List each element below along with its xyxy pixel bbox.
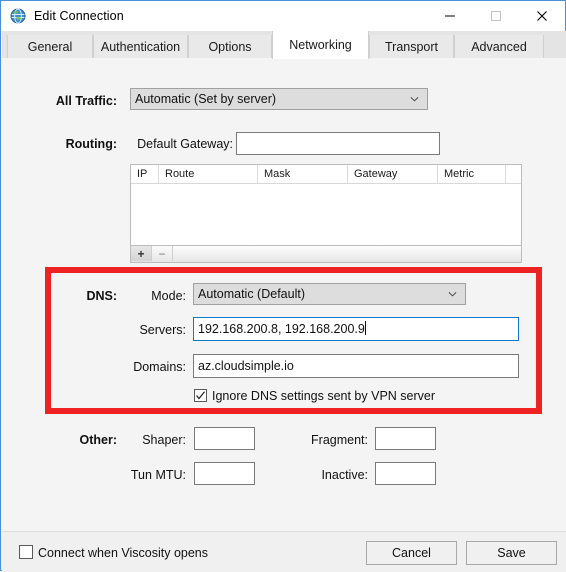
globe-icon: [10, 8, 26, 24]
ignore-dns-checkbox[interactable]: [194, 389, 207, 402]
cancel-button[interactable]: Cancel: [366, 541, 457, 565]
dns-mode-label: Mode:: [151, 289, 186, 303]
dns-mode-value: Automatic (Default): [198, 287, 305, 301]
fragment-label: Fragment:: [311, 433, 368, 447]
networking-pane: All Traffic: Automatic (Set by server) R…: [2, 58, 566, 531]
tab-label: Authentication: [100, 39, 181, 54]
tab-transport[interactable]: Transport: [369, 35, 454, 58]
all-traffic-label: All Traffic:: [55, 94, 117, 108]
tab-label: Networking: [289, 38, 352, 52]
window-title: Edit Connection: [34, 9, 124, 23]
remove-route-button[interactable]: −: [152, 246, 173, 261]
dns-mode-select[interactable]: Automatic (Default): [193, 283, 466, 305]
shaper-input[interactable]: [194, 427, 255, 450]
tab-strip: General Authentication Options Networkin…: [2, 31, 566, 59]
tab-networking[interactable]: Networking: [272, 31, 369, 59]
fragment-input[interactable]: [375, 427, 436, 450]
close-button[interactable]: [519, 1, 565, 31]
routing-table-header: IP Route Mask Gateway Metric: [131, 165, 521, 184]
save-button[interactable]: Save: [466, 541, 557, 565]
dns-servers-input[interactable]: 192.168.200.8, 192.168.200.9: [193, 317, 519, 341]
dns-servers-label: Servers:: [139, 323, 186, 337]
column-header-ip[interactable]: IP: [131, 165, 159, 183]
all-traffic-value: Automatic (Set by server): [135, 92, 277, 106]
tun-mtu-input[interactable]: [194, 462, 255, 485]
dialog-footer: Connect when Viscosity opens Cancel Save: [2, 531, 566, 572]
dns-domains-label: Domains:: [133, 360, 186, 374]
tab-label: Transport: [384, 39, 439, 54]
tab-authentication[interactable]: Authentication: [93, 35, 188, 58]
chevron-down-icon: [410, 97, 419, 102]
tun-mtu-label: Tun MTU:: [130, 468, 186, 482]
edit-connection-window: Edit Connection General Authentication O…: [0, 0, 566, 572]
inactive-input[interactable]: [375, 462, 436, 485]
routing-label: Routing:: [65, 137, 117, 151]
column-header-gateway[interactable]: Gateway: [348, 165, 438, 183]
connect-on-open-checkbox[interactable]: [19, 545, 33, 559]
tab-label: Options: [208, 39, 252, 54]
window-controls: [427, 1, 565, 31]
maximize-button[interactable]: [473, 1, 519, 31]
column-header-route[interactable]: Route: [159, 165, 258, 183]
default-gateway-label: Default Gateway:: [137, 137, 233, 151]
tab-advanced[interactable]: Advanced: [454, 35, 544, 58]
column-header-metric[interactable]: Metric: [438, 165, 506, 183]
all-traffic-select[interactable]: Automatic (Set by server): [130, 88, 428, 110]
column-header-spacer: [506, 165, 523, 183]
shaper-label: Shaper:: [142, 433, 186, 447]
dns-label: DNS:: [86, 289, 117, 303]
text-caret: [364, 321, 366, 335]
inactive-label: Inactive:: [321, 468, 368, 482]
dns-domains-input[interactable]: az.cloudsimple.io: [193, 354, 519, 378]
dns-servers-value: 192.168.200.8, 192.168.200.9: [198, 322, 365, 336]
connect-on-open-label[interactable]: Connect when Viscosity opens: [38, 546, 208, 560]
routing-table[interactable]: IP Route Mask Gateway Metric: [130, 164, 522, 246]
add-route-button[interactable]: +: [131, 246, 152, 261]
chevron-down-icon: [448, 292, 457, 297]
column-header-mask[interactable]: Mask: [258, 165, 348, 183]
tab-general[interactable]: General: [7, 35, 93, 58]
title-bar: Edit Connection: [1, 1, 565, 31]
minimize-button[interactable]: [427, 1, 473, 31]
ignore-dns-label[interactable]: Ignore DNS settings sent by VPN server: [212, 389, 435, 403]
routing-table-toolbar: + −: [130, 246, 522, 263]
tab-label: General: [27, 39, 73, 54]
default-gateway-input[interactable]: [236, 132, 440, 155]
tab-label: Advanced: [471, 39, 527, 54]
checkmark-icon: [196, 391, 205, 400]
other-label: Other:: [79, 433, 118, 447]
tab-options[interactable]: Options: [188, 35, 272, 58]
